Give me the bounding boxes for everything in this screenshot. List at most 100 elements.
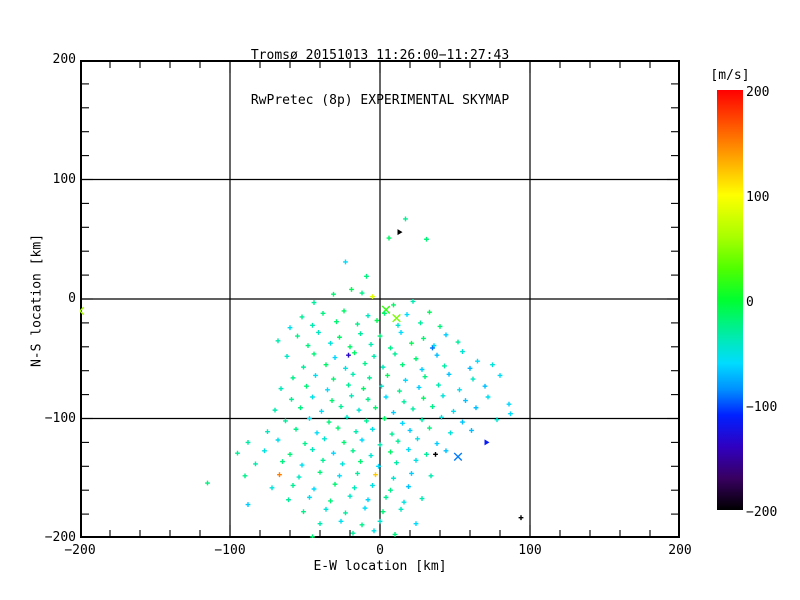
data-point <box>362 361 368 366</box>
colorbar-tick-label: 0 <box>746 295 754 310</box>
data-point <box>416 385 422 390</box>
data-point <box>347 344 353 350</box>
data-point <box>497 373 503 378</box>
data-point <box>352 485 357 491</box>
data-point <box>433 451 438 457</box>
plot-area <box>80 60 680 538</box>
data-point <box>350 530 356 536</box>
data-point <box>311 486 317 492</box>
data-point <box>346 382 351 388</box>
data-point <box>508 411 513 417</box>
data-point <box>320 457 326 463</box>
data-point <box>395 438 401 444</box>
data-point <box>343 365 348 371</box>
data-point <box>364 418 369 424</box>
data-point <box>359 437 365 443</box>
data-point <box>301 364 306 370</box>
data-point <box>355 471 360 476</box>
data-point <box>401 399 407 405</box>
data-point <box>406 447 411 452</box>
y-tick-label: 200 <box>52 52 76 67</box>
y-tick-label: −100 <box>44 410 76 426</box>
data-point <box>293 426 299 432</box>
data-point <box>436 382 441 388</box>
data-point <box>475 358 480 364</box>
data-point <box>410 406 416 412</box>
data-point <box>469 428 474 433</box>
colorbar-unit-label: [m/s] <box>710 68 750 83</box>
data-point <box>283 418 288 424</box>
data-point <box>421 395 426 401</box>
data-point <box>287 325 293 331</box>
data-point <box>262 448 267 454</box>
data-point <box>371 528 377 534</box>
data-point <box>413 356 419 362</box>
data-point <box>424 451 429 457</box>
data-point <box>370 294 375 300</box>
data-point <box>398 330 404 335</box>
x-tick-label: −200 <box>64 543 96 558</box>
data-point <box>341 308 347 314</box>
data-point <box>329 398 335 403</box>
y-tick-label: 100 <box>52 171 76 187</box>
data-point <box>298 405 303 411</box>
data-point <box>275 338 281 344</box>
data-point <box>374 318 380 323</box>
data-point <box>424 236 429 242</box>
data-point <box>377 333 383 339</box>
data-point <box>385 373 390 378</box>
data-point <box>311 300 317 305</box>
data-point <box>427 425 432 431</box>
data-point <box>289 396 294 402</box>
data-point <box>301 509 306 515</box>
data-point <box>373 405 378 411</box>
data-point <box>371 353 377 359</box>
data-point <box>482 383 488 389</box>
data-point <box>404 312 410 317</box>
data-point <box>421 336 426 341</box>
data-point <box>364 273 369 279</box>
data-point <box>343 510 348 516</box>
data-point <box>368 453 374 458</box>
data-point <box>419 496 425 501</box>
data-point <box>290 375 296 381</box>
data-point <box>389 431 395 437</box>
data-point <box>275 437 281 443</box>
data-point <box>415 436 420 442</box>
data-point <box>359 290 365 296</box>
data-point <box>400 362 405 368</box>
data-point <box>470 376 476 382</box>
data-point <box>391 410 396 415</box>
data-point <box>245 502 251 507</box>
data-point-x <box>392 313 401 323</box>
data-point <box>428 473 434 479</box>
data-point <box>380 509 386 515</box>
data-point <box>406 484 411 490</box>
data-point <box>443 448 449 454</box>
data-point <box>358 331 363 337</box>
data-point <box>352 350 357 356</box>
data-point <box>307 416 312 421</box>
data-point <box>373 472 378 478</box>
data-point <box>337 334 342 340</box>
data-point-x <box>453 452 463 462</box>
data-point <box>388 345 393 351</box>
data-point <box>407 428 413 433</box>
data-point <box>307 494 312 500</box>
data-point <box>299 314 305 320</box>
data-point <box>403 377 408 383</box>
data-point <box>353 429 359 435</box>
colorbar-tick-label: −200 <box>746 505 778 520</box>
data-point <box>346 352 351 358</box>
data-point <box>434 441 440 446</box>
data-point <box>448 430 453 436</box>
data-point <box>418 320 423 326</box>
data-point-x <box>381 305 391 315</box>
data-point <box>265 429 270 435</box>
data-point <box>338 518 344 524</box>
data-point <box>295 333 300 339</box>
data-point <box>362 505 368 511</box>
data-point <box>277 472 282 478</box>
data-point <box>451 408 456 414</box>
data-point <box>409 471 414 476</box>
